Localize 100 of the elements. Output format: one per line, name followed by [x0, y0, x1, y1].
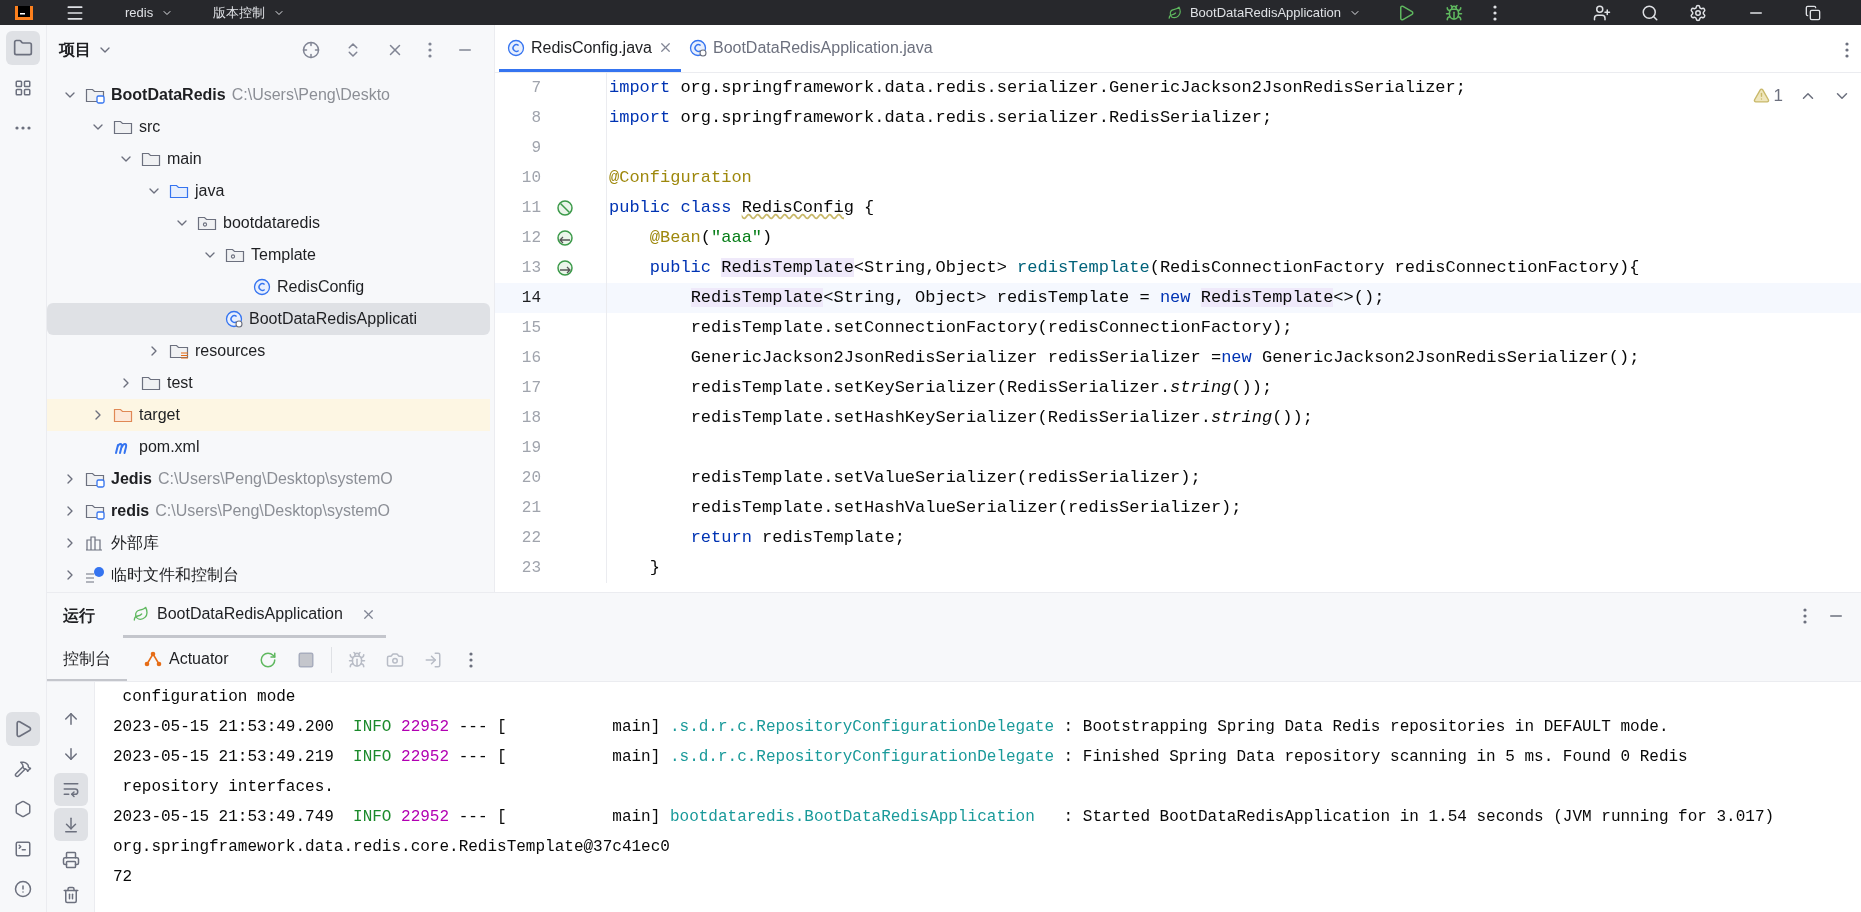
code-line: import org.springframework.data.redis.serializer.RedisSerializer; [609, 107, 1273, 130]
tree-item[interactable]: RedisConfig [47, 271, 490, 303]
tree-item[interactable]: target [47, 399, 490, 431]
more-icon [15, 126, 31, 130]
run-tab[interactable]: BootDataRedisApplication [123, 593, 386, 638]
add-user-icon[interactable] [1593, 3, 1611, 22]
hexagon-icon [14, 800, 32, 818]
trash-icon [61, 886, 80, 905]
tree-item[interactable]: src [47, 111, 490, 143]
tree-item-label: resources [195, 341, 266, 361]
project-selector[interactable]: redis [125, 2, 174, 23]
console-line: configuration mode [121, 687, 296, 708]
tree-item[interactable]: pom.xml [47, 431, 490, 463]
tree-item-label: Jedis [111, 469, 152, 489]
leaf-icon [1167, 5, 1182, 20]
vcs-selector[interactable]: 版本控制 [213, 2, 286, 23]
panel-title[interactable]: 项目 [59, 38, 91, 62]
tree-item[interactable]: BootDataRedisApplicati [47, 303, 490, 335]
hammer-icon [14, 760, 32, 778]
tree-item-label: BootDataRedis [111, 85, 226, 105]
wrap-icon [61, 780, 80, 799]
bug-icon [347, 650, 366, 669]
console-line: 2023-05-15 21:53:49.200 INFO 22952 --- [ main] .s.d.r.c.RepositoryConfigurationDelegate : Bootstrapping Spring Data Redis repositories in DEFAULT mode. [113, 717, 1669, 738]
tree-item-label: target [139, 405, 180, 425]
tree-item-label: BootDataRedisApplicati [249, 309, 418, 329]
project-tool-button[interactable] [6, 31, 40, 65]
line-number: 21 [520, 498, 541, 519]
grid-icon [14, 79, 32, 97]
scratch-icon [85, 566, 105, 584]
run-config-selector[interactable]: BootDataRedisApplication [1167, 2, 1361, 23]
tree-item-label: pom.xml [139, 437, 200, 457]
more-icon [468, 651, 473, 668]
soft-wrap-button[interactable] [53, 772, 88, 806]
rerun-icon [258, 650, 277, 669]
folder-icon [141, 374, 161, 392]
tree-item-label: RedisConfig [277, 277, 365, 297]
editor-tab[interactable]: BootDataRedisApplication.java [680, 26, 941, 72]
stop-icon [296, 650, 315, 669]
code-line: redisTemplate.setConnectionFactory(redisConnectionFactory); [689, 317, 1293, 340]
tree-item-label: test [167, 373, 193, 393]
resources-folder-icon [169, 342, 189, 360]
warning-count[interactable]: 1 [1773, 83, 1783, 109]
tree-item[interactable]: Jedis C:\Users\Peng\Desktop\systemO [47, 463, 490, 495]
tree-item[interactable]: main [47, 143, 490, 175]
code-line: @Bean("aaa") [648, 227, 773, 250]
tree-item[interactable]: java [47, 175, 490, 207]
panel-title: 运行 [63, 605, 95, 626]
tree-item-label: src [139, 117, 161, 137]
more-icon[interactable] [1493, 4, 1497, 21]
tree-item[interactable]: redis C:\Users\Peng\Desktop\systemO [47, 495, 490, 527]
more-icon[interactable] [1845, 42, 1849, 58]
settings-icon[interactable] [1689, 3, 1707, 22]
line-number: 22 [520, 528, 541, 549]
line-number: 16 [520, 348, 541, 369]
line-number: 14 [520, 288, 541, 309]
line-number: 19 [520, 438, 541, 459]
run-tool-button[interactable] [6, 712, 40, 746]
tree-item[interactable]: 临时文件和控制台 [47, 559, 490, 591]
tree-item-label: redis [111, 501, 150, 521]
code-line: redisTemplate.setHashKeySerializer(RedisSerializer.string()); [689, 407, 1313, 430]
restore-icon[interactable] [1805, 4, 1821, 21]
editor-tab[interactable]: RedisConfig.java [499, 26, 681, 72]
class-icon [225, 310, 243, 328]
module-folder-icon [85, 502, 105, 520]
tree-item[interactable]: 外部库 [47, 527, 490, 559]
alert-icon [14, 880, 32, 898]
tree-item-label: java [195, 181, 225, 201]
tree-item[interactable]: resources [47, 335, 490, 367]
tree-item-label: Template [251, 245, 316, 265]
tree-item-label: 临时文件和控制台 [111, 565, 239, 585]
class-icon [507, 38, 525, 57]
line-number: 23 [520, 558, 541, 579]
folder-icon [169, 182, 189, 200]
console-line: 2023-05-15 21:53:49.219 INFO 22952 --- [ main] .s.d.r.c.RepositoryConfigurationDelegate : Finished Spring Data repository scanning in 5 ms. Found 0 Redis [113, 747, 1688, 768]
tree-item-label: 外部库 [111, 533, 159, 553]
tree-item[interactable]: Template [47, 239, 490, 271]
debug-icon[interactable] [1445, 3, 1463, 22]
tree-item[interactable]: BootDataRedis C:\Users\Peng\Deskto [47, 79, 490, 111]
bean-config-icon[interactable] [555, 198, 575, 218]
console-tab[interactable]: Actuator [127, 638, 245, 681]
class-icon [688, 38, 707, 57]
class-icon [253, 278, 271, 296]
run-icon[interactable] [1397, 3, 1415, 22]
line-number: 17 [520, 378, 541, 399]
library-icon [85, 534, 105, 552]
line-number: 13 [520, 258, 541, 279]
tree-item[interactable]: bootdataredis [47, 207, 490, 239]
search-icon[interactable] [1641, 3, 1659, 22]
camera-icon [385, 650, 404, 669]
line-number: 12 [520, 228, 541, 249]
package-icon [225, 246, 245, 264]
tree-item-label: bootdataredis [223, 213, 320, 233]
console-line: 2023-05-15 21:53:49.749 INFO 22952 --- [ main] bootdataredis.BootDataRedisApplication : Started BootDataRedisApplication in 1.54 seconds (JVM running for 3.017) [113, 807, 1775, 828]
app-logo-icon[interactable] [14, 5, 33, 20]
tree-item[interactable]: test [47, 367, 490, 399]
leaf-icon [133, 606, 149, 622]
scroll-to-end-button[interactable] [53, 808, 88, 842]
locate-icon[interactable] [302, 41, 320, 59]
console-line: org.springframework.data.redis.core.RedisTemplate@37c41ec0 [113, 837, 670, 858]
line-number: 18 [520, 408, 541, 429]
